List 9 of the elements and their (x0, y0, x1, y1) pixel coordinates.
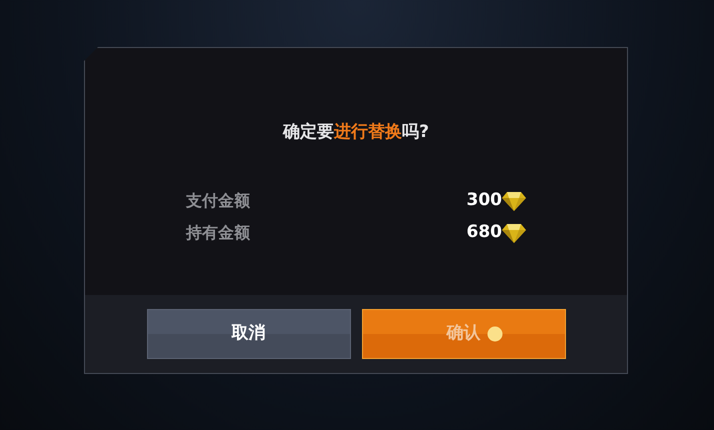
gem-icon (502, 222, 526, 242)
dialog-title: 确定要进行替换吗? (283, 121, 429, 144)
touch-indicator-icon (486, 326, 502, 342)
cancel-button[interactable]: 取消 (146, 309, 350, 359)
amount-value: 680 (466, 220, 502, 244)
gem-icon (502, 190, 526, 210)
amount-value: 300 (466, 188, 502, 212)
amount-label: 支付金额 (186, 190, 250, 212)
amount-label: 持有金额 (186, 222, 250, 244)
